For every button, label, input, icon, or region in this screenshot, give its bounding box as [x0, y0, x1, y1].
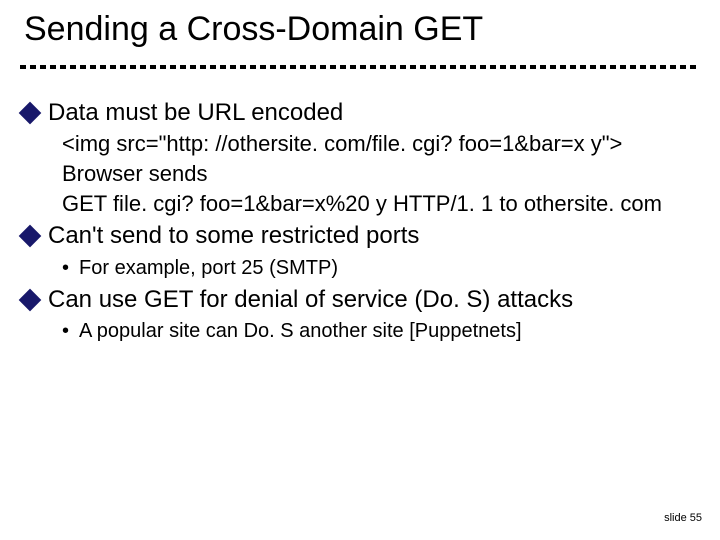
diamond-bullet-icon [19, 102, 42, 125]
slide: Sending a Cross-Domain GET Data must be … [0, 0, 720, 540]
diamond-bullet-icon [19, 225, 42, 248]
sub-bullet-item: • A popular site can Do. S another site … [62, 318, 700, 345]
slide-body: Data must be URL encoded <img src="http:… [20, 95, 700, 345]
sub-bullet-item: • For example, port 25 (SMTP) [62, 255, 700, 282]
bullet-item: Data must be URL encoded [20, 97, 700, 129]
bullet-text: Data must be URL encoded [48, 97, 700, 129]
bullet-item: Can't send to some restricted ports [20, 220, 700, 252]
dot-bullet-icon: • [62, 318, 69, 345]
title-separator [20, 65, 700, 69]
sub-line: Browser sends [62, 159, 700, 189]
bullet-item: Can use GET for denial of service (Do. S… [20, 284, 700, 316]
sub-bullet-text: For example, port 25 (SMTP) [79, 255, 338, 282]
bullet-text: Can't send to some restricted ports [48, 220, 700, 252]
sub-line: <img src="http: //othersite. com/file. c… [62, 129, 700, 159]
dot-bullet-icon: • [62, 255, 69, 282]
sub-bullet-text: A popular site can Do. S another site [P… [79, 318, 522, 345]
slide-number: slide 55 [664, 512, 702, 524]
slide-title: Sending a Cross-Domain GET [24, 10, 483, 49]
diamond-bullet-icon [19, 289, 42, 312]
sub-line: GET file. cgi? foo=1&bar=x%20 y HTTP/1. … [62, 189, 700, 219]
bullet-text: Can use GET for denial of service (Do. S… [48, 284, 700, 316]
